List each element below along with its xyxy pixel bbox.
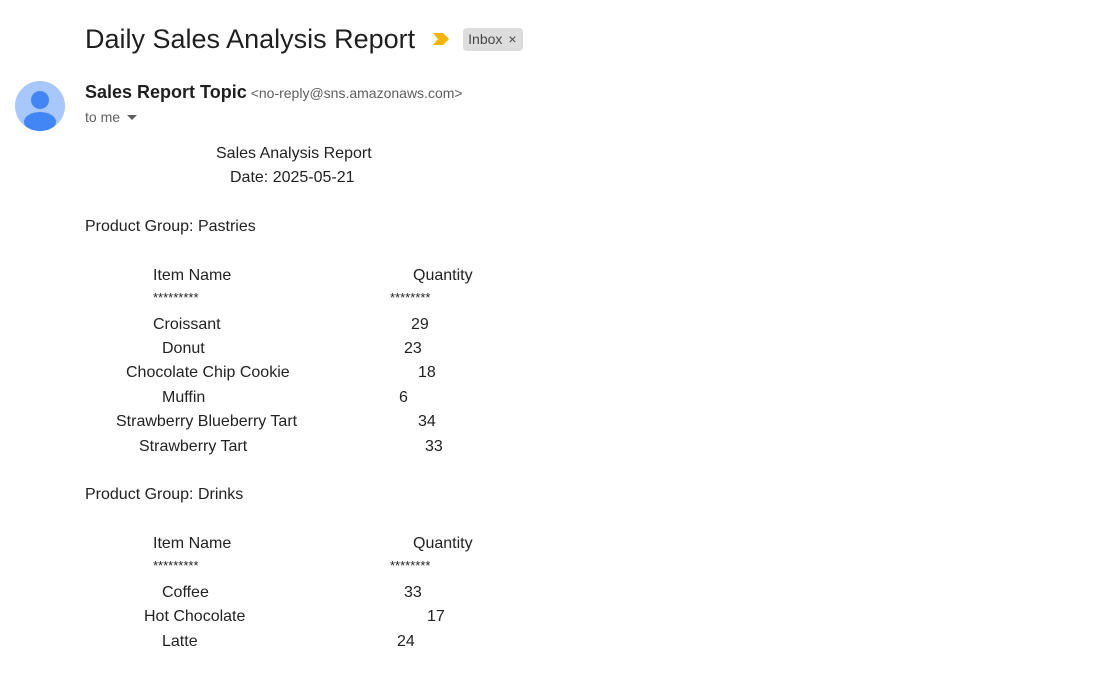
report-title: Sales Analysis Report xyxy=(216,145,372,162)
separator-item: ********* xyxy=(153,290,199,305)
report-date: Date: 2025-05-21 xyxy=(230,169,355,186)
person-icon xyxy=(24,91,56,131)
column-header-item: Item Name xyxy=(153,535,232,552)
caret-down-icon xyxy=(127,114,138,120)
email-view: Daily Sales Analysis Report Inbox × Sale… xyxy=(0,0,1095,686)
column-header-quantity: Quantity xyxy=(413,267,473,284)
item-name: Latte xyxy=(162,633,198,650)
item-name: Strawberry Tart xyxy=(139,438,248,455)
item-quantity: 34 xyxy=(418,413,436,430)
recipient-details-toggle[interactable]: to me xyxy=(85,109,138,125)
item-quantity: 33 xyxy=(425,438,443,455)
item-name: Coffee xyxy=(162,584,209,601)
item-name: Croissant xyxy=(153,316,221,333)
sender-name[interactable]: Sales Report Topic xyxy=(85,82,247,103)
sender-email: <no-reply@sns.amazonaws.com> xyxy=(250,85,463,101)
item-quantity: 24 xyxy=(397,633,415,650)
separator-quantity: ******** xyxy=(390,558,431,573)
email-subject: Daily Sales Analysis Report xyxy=(85,23,416,54)
item-quantity: 29 xyxy=(411,316,429,333)
item-name: Hot Chocolate xyxy=(144,608,246,625)
remove-label-icon[interactable]: × xyxy=(508,31,516,47)
item-name: Donut xyxy=(162,340,205,357)
inbox-label-text: Inbox xyxy=(468,30,503,47)
item-quantity: 6 xyxy=(399,389,408,406)
group-heading: Product Group: Pastries xyxy=(85,218,256,235)
item-quantity: 18 xyxy=(418,364,436,381)
separator-quantity: ******** xyxy=(390,290,431,305)
item-quantity: 23 xyxy=(404,340,422,357)
column-header-item: Item Name xyxy=(153,267,232,284)
avatar[interactable] xyxy=(15,81,65,131)
item-name: Chocolate Chip Cookie xyxy=(126,364,290,381)
subject-row: Daily Sales Analysis Report Inbox × xyxy=(85,20,523,58)
separator-item: ********* xyxy=(153,558,199,573)
group-heading: Product Group: Drinks xyxy=(85,486,244,503)
recipient-text: to me xyxy=(85,109,121,125)
item-name: Strawberry Blueberry Tart xyxy=(116,413,298,430)
item-quantity: 17 xyxy=(427,608,445,625)
item-name: Muffin xyxy=(162,389,206,406)
inbox-label-chip: Inbox × xyxy=(463,27,523,51)
importance-marker-icon[interactable] xyxy=(433,32,450,46)
column-header-quantity: Quantity xyxy=(413,535,473,552)
sender-row: Sales Report Topic <no-reply@sns.amazona… xyxy=(85,82,463,103)
item-quantity: 33 xyxy=(404,584,422,601)
